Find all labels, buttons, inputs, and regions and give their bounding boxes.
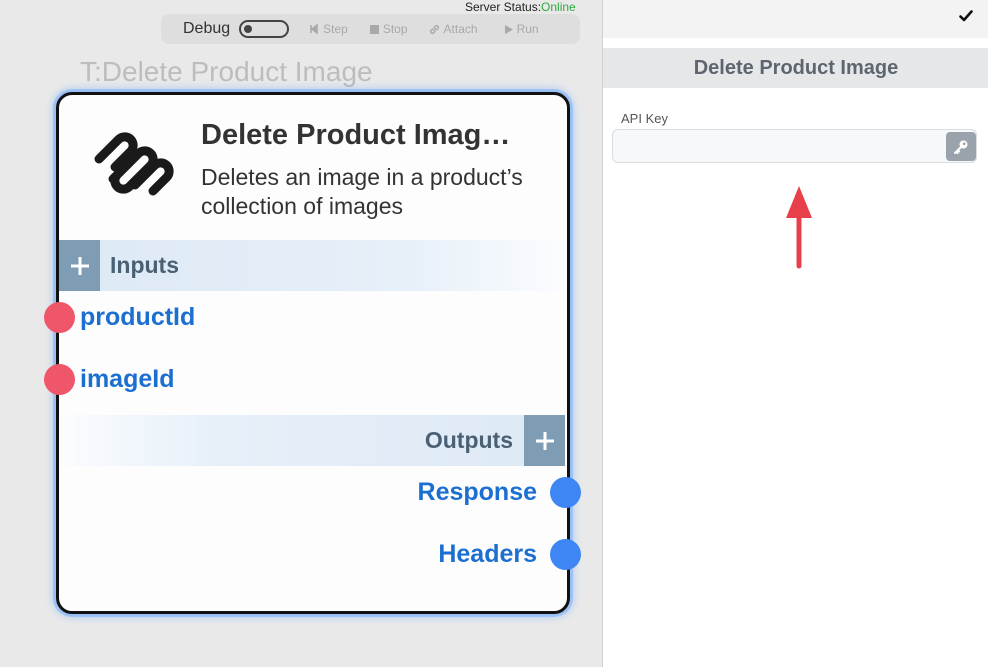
run-label: Run — [516, 22, 539, 36]
step-button[interactable]: Step — [310, 22, 348, 36]
output-connector-headers[interactable] — [550, 539, 581, 570]
step-icon — [310, 24, 319, 34]
panel-title: Delete Product Image — [693, 56, 899, 79]
inputs-header: Inputs — [59, 240, 565, 291]
node-card[interactable]: Delete Product Imag… Deletes an image in… — [56, 92, 570, 614]
output-connector-response[interactable] — [550, 477, 581, 508]
panel-topbar — [603, 0, 988, 38]
attach-button[interactable]: Attach — [429, 22, 478, 36]
node-name: Delete Product Imag… — [201, 119, 511, 151]
debug-label: Debug — [183, 20, 231, 37]
add-input-button[interactable] — [59, 240, 100, 291]
plus-icon — [535, 431, 554, 450]
workflow-canvas[interactable]: Server Status:Online Debug Step Stop Att… — [0, 0, 602, 667]
properties-panel: Delete Product Image API Key — [602, 0, 988, 667]
panel-header: Delete Product Image — [603, 48, 988, 88]
checkmark-icon[interactable] — [959, 10, 973, 22]
api-key-label: API Key — [621, 111, 668, 126]
key-icon — [954, 140, 968, 154]
output-port-headers[interactable]: Headers — [438, 540, 537, 569]
stop-icon — [369, 24, 379, 34]
api-key-button[interactable] — [946, 132, 976, 161]
squarespace-logo-icon — [94, 132, 174, 196]
stop-button[interactable]: Stop — [369, 22, 408, 36]
plus-icon — [70, 256, 89, 275]
outputs-header: Outputs — [59, 415, 565, 466]
input-port-productId[interactable]: productId — [80, 303, 195, 332]
outputs-label: Outputs — [424, 427, 513, 453]
input-connector-imageId[interactable] — [44, 364, 75, 395]
debug-toggle[interactable] — [239, 20, 290, 38]
toggle-knob — [244, 25, 253, 33]
attach-label: Attach — [443, 22, 478, 36]
link-icon — [429, 24, 440, 35]
output-port-response[interactable]: Response — [418, 478, 537, 507]
server-status-label: Server Status: — [465, 0, 542, 14]
stop-label: Stop — [382, 22, 408, 36]
server-status: Server Status:Online — [465, 0, 576, 14]
input-port-imageId[interactable]: imageId — [80, 365, 174, 394]
server-status-value: Online — [541, 0, 576, 14]
api-key-input[interactable] — [612, 129, 977, 163]
run-button[interactable]: Run — [504, 22, 539, 36]
input-connector-productId[interactable] — [44, 302, 75, 333]
debug-toolbar: Debug Step Stop Attach Run — [161, 14, 580, 44]
inputs-label: Inputs — [110, 252, 179, 278]
annotation-arrow-icon — [786, 186, 812, 269]
node-title-ghost: T:Delete Product Image — [80, 56, 373, 87]
play-icon — [504, 24, 513, 34]
step-label: Step — [323, 22, 348, 36]
node-description: Deletes an image in a product’s collecti… — [201, 164, 523, 219]
add-output-button[interactable] — [524, 415, 565, 466]
